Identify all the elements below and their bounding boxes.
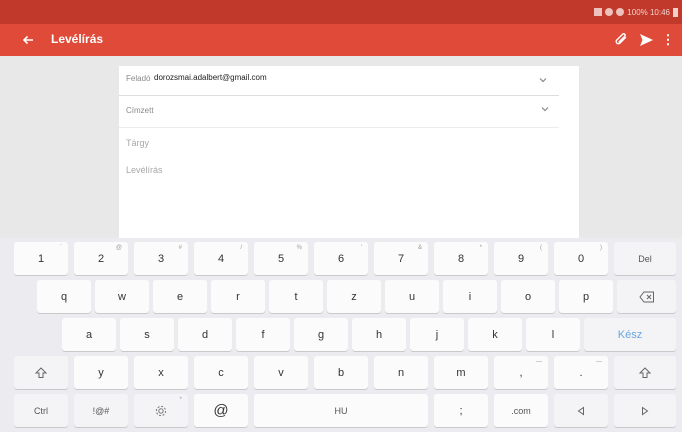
key-j[interactable]: j xyxy=(410,318,464,351)
key-6[interactable]: 6 ' xyxy=(314,242,368,275)
to-field[interactable]: Címzett xyxy=(126,106,154,115)
key-at[interactable]: @ xyxy=(194,394,248,427)
key-comma[interactable]: , — xyxy=(494,356,548,389)
symbols-key[interactable]: !@# xyxy=(74,394,128,427)
key-y[interactable]: y xyxy=(74,356,128,389)
chevron-left-icon xyxy=(577,406,584,415)
key-e[interactable]: e xyxy=(153,280,207,313)
key-4[interactable]: 4/ xyxy=(194,242,248,275)
key-1[interactable]: 1 ` xyxy=(14,242,68,275)
key-t[interactable]: t xyxy=(269,280,323,313)
key-z[interactable]: z xyxy=(327,280,381,313)
chevron-right-icon xyxy=(642,406,649,415)
key-3[interactable]: 3 # xyxy=(134,242,188,275)
from-row[interactable]: Feladó dorozsmai.adalbert@gmail.com xyxy=(126,70,556,88)
cursor-right-key[interactable] xyxy=(614,394,676,427)
notification-icon xyxy=(594,8,603,16)
key-9[interactable]: 9( xyxy=(494,242,548,275)
key-b[interactable]: b xyxy=(314,356,368,389)
key-q[interactable]: q xyxy=(37,280,91,313)
dotcom-key[interactable]: .com xyxy=(494,394,548,427)
settings-key[interactable]: * xyxy=(134,394,188,427)
send-icon[interactable] xyxy=(636,30,656,50)
compose-sheet xyxy=(119,66,579,238)
key-5[interactable]: 5% xyxy=(254,242,308,275)
key-p[interactable]: p xyxy=(559,280,613,313)
divider xyxy=(119,95,559,96)
cursor-left-key[interactable] xyxy=(554,394,608,427)
alarm-icon xyxy=(605,8,614,16)
key-w[interactable]: w xyxy=(95,280,149,313)
subject-input[interactable]: Tárgy xyxy=(126,138,149,148)
ctrl-key[interactable]: Ctrl xyxy=(14,394,68,427)
wifi-icon xyxy=(616,8,625,16)
divider xyxy=(119,127,559,128)
status-bar: 100% 10:46 xyxy=(0,0,682,24)
app-bar: Levélírás ⋮ xyxy=(0,24,682,56)
onscreen-keyboard: 1 ` 2 @ 3 # 4/ 5% 6 ' 7 & 8 * 9( 0) Del q w e … xyxy=(0,238,682,432)
shift-key-right[interactable] xyxy=(614,356,676,389)
key-7[interactable]: 7 & xyxy=(374,242,428,275)
more-vertical-icon[interactable]: ⋮ xyxy=(658,30,678,50)
key-r[interactable]: r xyxy=(211,280,265,313)
battery-icon xyxy=(673,7,678,17)
from-label: Feladó xyxy=(126,74,151,83)
key-o[interactable]: o xyxy=(501,280,555,313)
shift-icon xyxy=(34,366,48,378)
key-v[interactable]: v xyxy=(254,356,308,389)
key-g[interactable]: g xyxy=(294,318,348,351)
status-text: 100% 10:46 xyxy=(627,7,670,17)
backspace-key[interactable] xyxy=(617,280,676,313)
key-l[interactable]: l xyxy=(526,318,580,351)
key-s[interactable]: s xyxy=(120,318,174,351)
gear-icon xyxy=(155,405,167,416)
key-semicolon[interactable]: ; xyxy=(434,394,488,427)
key-c[interactable]: c xyxy=(194,356,248,389)
shift-icon xyxy=(638,366,652,378)
space-key[interactable]: HU xyxy=(254,394,428,427)
key-n[interactable]: n xyxy=(374,356,428,389)
key-f[interactable]: f xyxy=(236,318,290,351)
key-a[interactable]: a xyxy=(62,318,116,351)
key-period[interactable]: . — xyxy=(554,356,608,389)
page-title: Levélírás xyxy=(51,32,104,46)
paperclip-icon[interactable] xyxy=(612,30,632,50)
key-8[interactable]: 8 * xyxy=(434,242,488,275)
key-x[interactable]: x xyxy=(134,356,188,389)
key-m[interactable]: m xyxy=(434,356,488,389)
done-key[interactable]: Kész xyxy=(584,318,676,351)
delete-key[interactable]: Del xyxy=(614,242,676,275)
chevron-down-icon[interactable] xyxy=(540,104,550,114)
from-value[interactable]: dorozsmai.adalbert@gmail.com xyxy=(154,73,267,82)
key-0[interactable]: 0) xyxy=(554,242,608,275)
key-i[interactable]: i xyxy=(443,280,497,313)
key-h[interactable]: h xyxy=(352,318,406,351)
key-d[interactable]: d xyxy=(178,318,232,351)
chevron-down-icon[interactable] xyxy=(538,75,548,85)
shift-key-left[interactable] xyxy=(14,356,68,389)
backspace-icon xyxy=(638,291,654,302)
body-input[interactable]: Levélírás xyxy=(126,165,163,175)
key-2[interactable]: 2 @ xyxy=(74,242,128,275)
status-icons: 100% 10:46 xyxy=(594,4,678,20)
key-k[interactable]: k xyxy=(468,318,522,351)
key-u[interactable]: u xyxy=(385,280,439,313)
arrow-left-icon[interactable] xyxy=(18,30,38,50)
